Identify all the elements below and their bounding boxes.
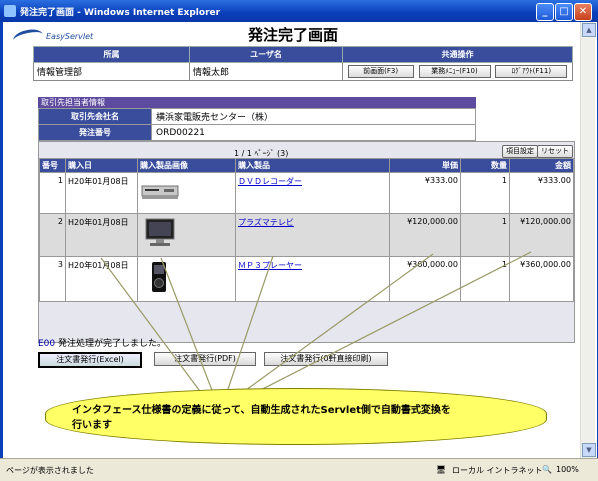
ie-icon xyxy=(4,5,16,17)
zoom-level[interactable]: 100% xyxy=(556,465,579,474)
pointer-line-date xyxy=(100,257,206,399)
minimize-button[interactable]: _ xyxy=(536,3,554,21)
status-text: ページが表示されました xyxy=(6,466,94,475)
pointer-line-amount xyxy=(244,251,532,399)
close-button[interactable]: ✕ xyxy=(574,3,592,21)
zone-text: ローカル イントラネット xyxy=(452,466,543,475)
pointer-line-price xyxy=(234,253,434,399)
callout-text: インタフェース仕様書の定義に従って、自動生成されたServlet側で自動書式変換… xyxy=(72,405,451,431)
intranet-zone-icon: 🖥 xyxy=(436,465,447,474)
title-bar: 発注完了画面 - Windows Internet Explorer _ □ ✕ xyxy=(0,0,598,22)
status-bar: ページが表示されました 🖥 ローカル イントラネット 🔍 100% xyxy=(0,458,598,481)
zoom-icon[interactable]: 🔍 xyxy=(542,465,552,474)
window-title: 発注完了画面 - Windows Internet Explorer xyxy=(20,8,221,18)
scroll-down-icon[interactable]: ▼ xyxy=(582,443,596,457)
scroll-up-icon[interactable]: ▲ xyxy=(582,23,596,37)
vertical-scrollbar[interactable]: ▲ ▼ xyxy=(580,22,596,458)
pointer-line-image xyxy=(160,257,216,399)
maximize-button[interactable]: □ xyxy=(555,3,573,21)
browser-content: EasyServlet 発注完了画面 所属 ユーザ名 共通操作 情報管理部 情報… xyxy=(3,22,596,458)
callout-balloon: インタフェース仕様書の定義に従って、自動生成されたServlet側で自動書式変換… xyxy=(45,388,547,445)
pointer-line-product xyxy=(224,255,274,399)
